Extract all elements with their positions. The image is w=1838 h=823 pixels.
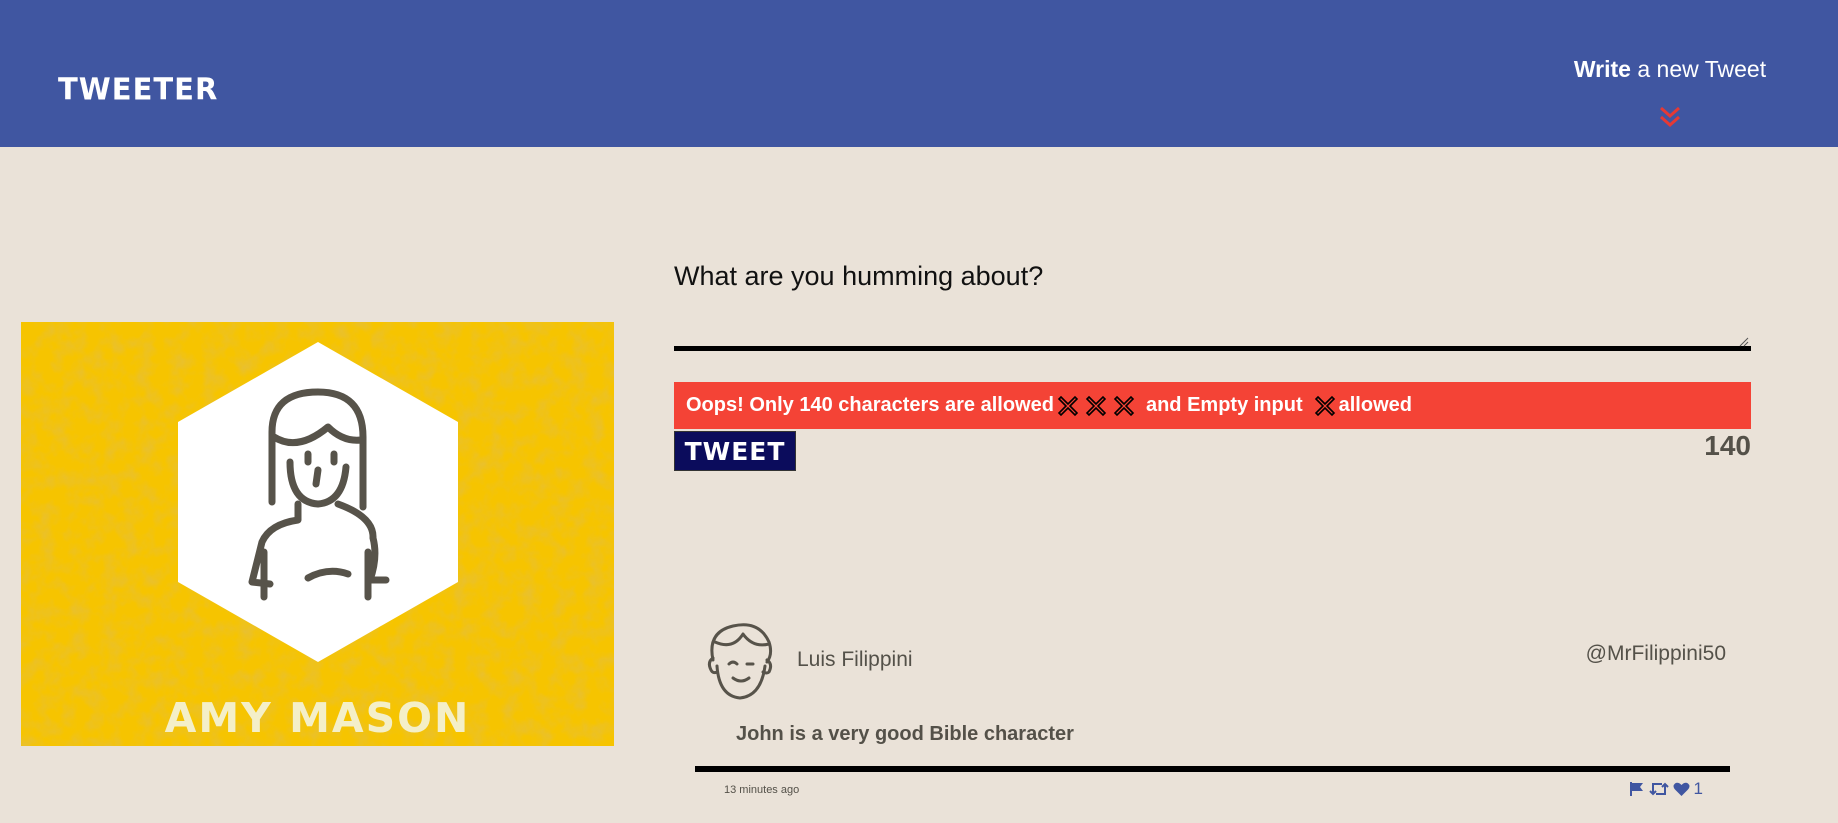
heart-icon[interactable] (1673, 782, 1690, 797)
tweet-content: John is a very good Bible character (736, 723, 1074, 745)
error-message: Oops! Only 140 characters are allowed an… (674, 382, 1751, 429)
error-text-1: Oops! Only 140 characters are allowed (686, 394, 1054, 416)
character-counter: 140 (1704, 430, 1751, 461)
x-icon (1057, 395, 1079, 416)
tweet-actions: 1 (1629, 779, 1703, 799)
tweet-author-name: Luis Filippini (797, 648, 913, 671)
write-new-tweet-toggle[interactable]: Write a new Tweet (1560, 56, 1780, 140)
x-icon (1085, 395, 1107, 416)
tweet-author-handle: @MrFilippini50 (1585, 642, 1726, 665)
profile-name: AMY MASON (164, 694, 471, 742)
user-avatar-icon (707, 623, 773, 700)
error-text-3: allowed (1338, 394, 1412, 416)
x-icon (1314, 395, 1335, 416)
flag-icon[interactable] (1629, 781, 1645, 797)
x-icon (1113, 395, 1135, 416)
resize-handle-icon[interactable] (1739, 337, 1749, 347)
error-text-2: and Empty input (1145, 394, 1303, 416)
tweet-article: Luis Filippini @MrFilippini50 John is a … (695, 610, 1730, 823)
retweet-icon[interactable] (1648, 781, 1669, 797)
tweet-timestamp: 13 minutes ago (724, 784, 800, 796)
compose-prompt: What are you humming about? (674, 261, 1044, 291)
brand-logo: TWEETER (58, 71, 219, 107)
tweet-button[interactable]: TWEET (674, 431, 796, 471)
top-nav: TWEETER Write a new Tweet (0, 0, 1838, 147)
profile-avatar (178, 342, 458, 662)
profile-card: AMY MASON (21, 322, 614, 746)
like-count: 1 (1693, 779, 1703, 798)
write-new-tweet-label: Write a new Tweet (1573, 56, 1767, 82)
tweet-textarea[interactable] (674, 295, 1751, 351)
tweet-divider (695, 766, 1730, 772)
double-chevron-down-icon[interactable] (1657, 104, 1683, 130)
